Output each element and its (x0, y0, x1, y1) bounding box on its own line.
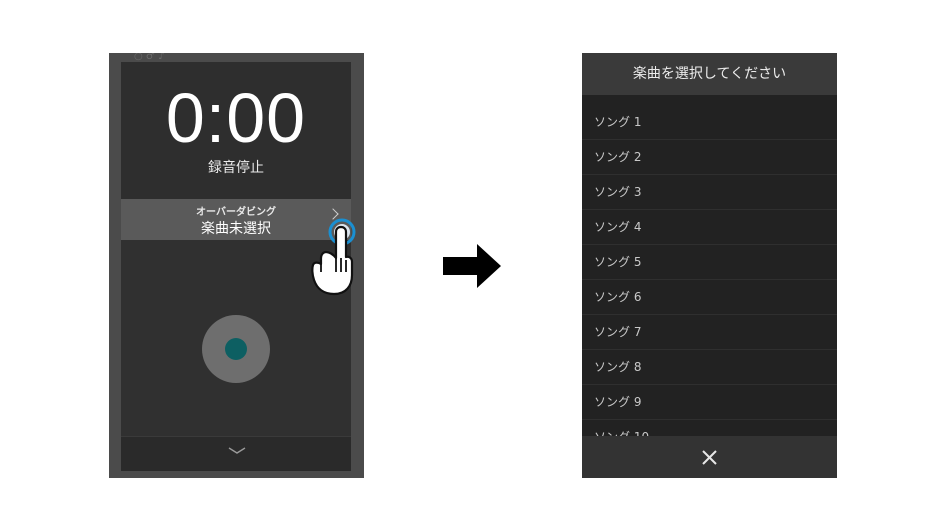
chevron-down-icon (228, 447, 246, 454)
record-icon (225, 338, 247, 360)
song-item[interactable]: ソング 6 (582, 280, 837, 315)
arrow-right-icon (443, 244, 501, 288)
overdub-label: オーバーダビング (196, 207, 276, 218)
song-item[interactable]: ソング 7 (582, 315, 837, 350)
close-icon[interactable] (701, 449, 718, 466)
song-item[interactable]: ソング 2 (582, 140, 837, 175)
timer-display: 0:00 (165, 79, 307, 157)
song-item[interactable]: ソング 4 (582, 210, 837, 245)
collapse-bar[interactable] (121, 436, 351, 471)
song-item[interactable]: ソング 8 (582, 350, 837, 385)
dialog-footer (582, 436, 837, 478)
recording-status: 録音停止 (208, 160, 264, 176)
song-item[interactable]: ソング 1 (582, 105, 837, 140)
dialog-title: 楽曲を選択してください (582, 53, 837, 95)
timer-area: 0:00 録音停止 (121, 62, 351, 196)
song-item[interactable]: ソング 5 (582, 245, 837, 280)
song-list[interactable]: ソング 1 ソング 2 ソング 3 ソング 4 ソング 5 ソング 6 ソング … (582, 105, 837, 436)
tap-hand-icon (311, 218, 356, 296)
song-item[interactable]: ソング 10 (582, 420, 837, 436)
song-select-dialog: 楽曲を選択してください ソング 1 ソング 2 ソング 3 ソング 4 ソング … (582, 53, 837, 478)
song-item[interactable]: ソング 3 (582, 175, 837, 210)
song-item[interactable]: ソング 9 (582, 385, 837, 420)
record-button[interactable] (202, 315, 270, 383)
status-bar-icons: ○ ♂ ♪ (134, 53, 165, 62)
